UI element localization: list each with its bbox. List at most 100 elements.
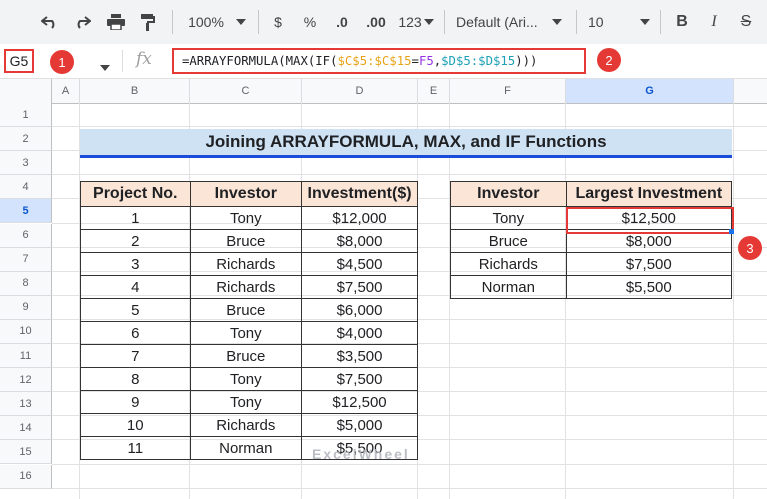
cell-result-investor[interactable]: Richards xyxy=(450,252,567,276)
cell-investor[interactable]: Tony xyxy=(189,390,303,414)
header-result-investor[interactable]: Investor xyxy=(450,181,567,207)
cell-investor[interactable]: Tony xyxy=(189,321,303,345)
print-icon[interactable] xyxy=(104,10,128,34)
cell-investor[interactable]: Tony xyxy=(189,367,303,391)
paint-format-icon[interactable] xyxy=(136,10,160,34)
italic-button[interactable]: I xyxy=(704,10,724,34)
cell-investor[interactable]: Bruce xyxy=(189,344,303,368)
cell-investment[interactable]: $4,500 xyxy=(301,252,418,276)
font-size-select[interactable]: 10 xyxy=(588,10,618,34)
font-family-select[interactable]: Default (Ari... xyxy=(456,10,548,34)
cell-result-investor[interactable]: Tony xyxy=(450,206,567,230)
column-header-d[interactable]: D xyxy=(302,79,418,103)
row-header-6[interactable]: 6 xyxy=(0,223,52,248)
cell-investment[interactable]: $7,500 xyxy=(301,275,418,299)
row-header-15[interactable]: 15 xyxy=(0,440,52,465)
column-header-g[interactable]: G xyxy=(566,79,734,103)
table-row: 9 Tony $12,500 xyxy=(80,390,418,414)
zoom-value: 100% xyxy=(188,14,224,30)
cell-project-no[interactable]: 10 xyxy=(80,413,191,437)
currency-format-button[interactable]: $ xyxy=(268,10,288,34)
cell-investment[interactable]: $6,000 xyxy=(301,298,418,322)
selected-cell-g5[interactable] xyxy=(566,207,734,234)
bold-button[interactable]: B xyxy=(672,10,692,34)
select-all-corner[interactable] xyxy=(0,79,52,103)
cell-project-no[interactable]: 3 xyxy=(80,252,191,276)
percent-format-button[interactable]: % xyxy=(300,10,320,34)
chevron-down-icon[interactable] xyxy=(234,10,248,34)
cell-result-investor[interactable]: Norman xyxy=(450,275,567,299)
column-header-c[interactable]: C xyxy=(190,79,302,103)
header-investor[interactable]: Investor xyxy=(189,181,303,207)
more-formats-button[interactable]: 123 xyxy=(396,10,436,34)
row-header-11[interactable]: 11 xyxy=(0,344,52,368)
strikethrough-button[interactable]: S xyxy=(736,10,756,34)
cell-largest-investment[interactable]: $5,500 xyxy=(565,275,733,299)
row-header-5[interactable]: 5 xyxy=(0,199,52,224)
cell-investor[interactable]: Richards xyxy=(189,275,303,299)
cell-investment[interactable]: $5,000 xyxy=(301,413,418,437)
row-header-9[interactable]: 9 xyxy=(0,295,52,320)
cell-investor[interactable]: Tony xyxy=(189,206,303,230)
table-row: Norman $5,500 xyxy=(450,275,733,299)
row-header-14[interactable]: 14 xyxy=(0,416,52,441)
cell-investor[interactable]: Bruce xyxy=(189,229,303,253)
chevron-down-icon[interactable] xyxy=(100,58,110,76)
font-family-value: Default (Ari... xyxy=(456,14,538,30)
cell-project-no[interactable]: 7 xyxy=(80,344,191,368)
chevron-down-icon[interactable] xyxy=(638,10,652,34)
formula-part: $C$5:$C$15 xyxy=(337,54,412,68)
row-header-2[interactable]: 2 xyxy=(0,127,52,152)
row-header-10[interactable]: 10 xyxy=(0,319,52,344)
cell-investor[interactable]: Richards xyxy=(189,413,303,437)
callout-badge-2: 2 xyxy=(597,48,621,72)
cell-investor[interactable]: Richards xyxy=(189,252,303,276)
row-header-8[interactable]: 8 xyxy=(0,271,52,296)
row-header-13[interactable]: 13 xyxy=(0,392,52,417)
largest-investment-table: Investor Largest Investment Tony $12,500 B… xyxy=(450,181,733,299)
font-size-value: 10 xyxy=(588,14,604,30)
header-project-no[interactable]: Project No. xyxy=(80,181,191,207)
cell-investment[interactable]: $12,500 xyxy=(301,390,418,414)
row-header-4[interactable]: 4 xyxy=(0,175,52,200)
cell-project-no[interactable]: 11 xyxy=(80,436,191,460)
row-header-7[interactable]: 7 xyxy=(0,247,52,272)
row-header-16[interactable]: 16 xyxy=(0,464,52,489)
column-header-f[interactable]: F xyxy=(450,79,566,103)
column-header-e[interactable]: E xyxy=(418,79,450,103)
cell-project-no[interactable]: 6 xyxy=(80,321,191,345)
decrease-decimals-button[interactable]: .0 xyxy=(330,10,354,34)
cell-project-no[interactable]: 9 xyxy=(80,390,191,414)
chevron-down-icon[interactable] xyxy=(550,10,564,34)
table-row: 6 Tony $4,000 xyxy=(80,321,418,345)
name-box[interactable]: G5 xyxy=(4,49,34,73)
row-header-1[interactable]: 1 xyxy=(0,103,52,127)
cell-investment[interactable]: $7,500 xyxy=(301,367,418,391)
formula-input[interactable]: =ARRAYFORMULA(MAX(IF($C$5:$C$15 = F5, $D$5:… xyxy=(172,48,586,74)
cell-investor[interactable]: Norman xyxy=(189,436,303,460)
cell-investment[interactable]: $8,000 xyxy=(301,229,418,253)
cell-project-no[interactable]: 8 xyxy=(80,367,191,391)
cell-result-investor[interactable]: Bruce xyxy=(450,229,567,253)
cell-investment[interactable]: $12,000 xyxy=(301,206,418,230)
header-largest-investment[interactable]: Largest Investment xyxy=(565,181,733,207)
zoom-select[interactable]: 100% xyxy=(182,10,230,34)
cell-project-no[interactable]: 2 xyxy=(80,229,191,253)
cell-investment[interactable]: $4,000 xyxy=(301,321,418,345)
formula-part: =ARRAYFORMULA(MAX(IF( xyxy=(182,54,338,68)
row-header-12[interactable]: 12 xyxy=(0,368,52,393)
increase-decimals-button[interactable]: .00 xyxy=(362,10,390,34)
column-header-a[interactable]: A xyxy=(52,79,80,103)
cell-largest-investment[interactable]: $7,500 xyxy=(565,252,733,276)
cell-project-no[interactable]: 4 xyxy=(80,275,191,299)
fill-handle[interactable] xyxy=(729,229,734,234)
row-header-3[interactable]: 3 xyxy=(0,151,52,176)
cell-investment[interactable]: $3,500 xyxy=(301,344,418,368)
undo-icon[interactable] xyxy=(38,10,62,34)
cell-investor[interactable]: Bruce xyxy=(189,298,303,322)
column-header-b[interactable]: B xyxy=(80,79,190,103)
cell-project-no[interactable]: 1 xyxy=(80,206,191,230)
header-investment[interactable]: Investment($) xyxy=(301,181,418,207)
redo-icon[interactable] xyxy=(70,10,94,34)
cell-project-no[interactable]: 5 xyxy=(80,298,191,322)
